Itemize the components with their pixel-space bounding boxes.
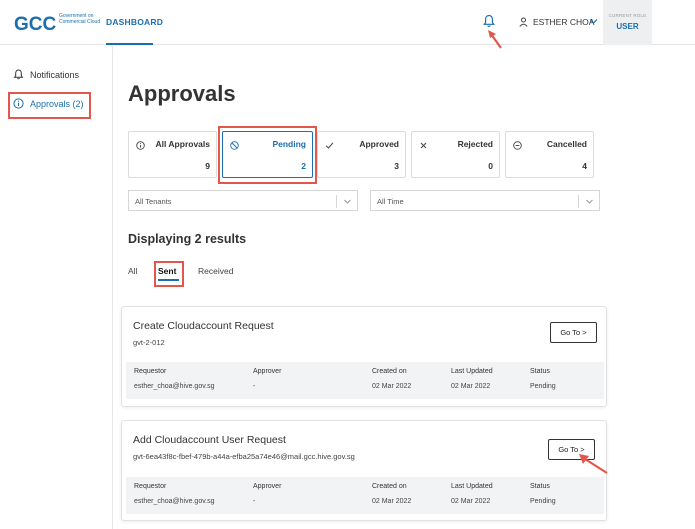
svg-text:GCC: GCC	[14, 14, 57, 34]
meta-header: Last Updated	[451, 483, 493, 490]
time-select[interactable]: All Time	[370, 190, 600, 211]
go-to-button[interactable]: Go To >	[550, 322, 597, 343]
stat-label: Cancelled	[546, 139, 587, 149]
meta-value: 02 Mar 2022	[451, 498, 491, 505]
tab-received[interactable]: Received	[198, 266, 233, 276]
meta-header: Status	[530, 483, 550, 490]
meta-value: -	[253, 498, 256, 505]
stat-count: 3	[394, 161, 399, 171]
stat-label: Approved	[359, 139, 399, 149]
minus-circle-icon	[513, 141, 522, 150]
card-subtitle: gvt-2-012	[133, 338, 165, 347]
meta-value: Pending	[530, 383, 556, 390]
highlight-sent-tab	[154, 261, 184, 287]
top-bar: GCC Government on Commercial Cloud DASHB…	[0, 0, 695, 45]
stat-all-approvals[interactable]: All Approvals 9	[128, 131, 217, 178]
tab-all[interactable]: All	[128, 266, 137, 276]
sidebar-item-notifications[interactable]: Notifications	[13, 69, 79, 80]
bell-icon[interactable]	[483, 14, 495, 28]
card-title: Create Cloudaccount Request	[133, 320, 274, 332]
time-select-value: All Time	[377, 197, 404, 206]
meta-header: Last Updated	[451, 368, 493, 375]
meta-header: Status	[530, 368, 550, 375]
chevron-down-icon[interactable]	[589, 18, 598, 25]
info-icon	[136, 141, 145, 150]
sidebar-item-label: Notifications	[30, 69, 80, 80]
stat-count: 0	[488, 161, 493, 171]
check-icon	[325, 142, 334, 149]
meta-header: Approver	[253, 368, 282, 375]
stat-count: 4	[582, 161, 587, 171]
annotation-arrow-bell	[488, 30, 502, 49]
card-subtitle: gvt-6ea43f8c-fbef-479b-a44a-efba25a74e46…	[133, 452, 355, 461]
meta-value: -	[253, 383, 256, 390]
chevron-down-icon	[344, 199, 351, 204]
user-name[interactable]: ESTHER CHOA	[533, 17, 594, 27]
page-title: Approvals	[128, 81, 236, 106]
meta-value: 02 Mar 2022	[372, 498, 412, 505]
stat-rejected[interactable]: Rejected 0	[411, 131, 500, 178]
meta-value: esther_choa@hive.gov.sg	[134, 498, 215, 505]
stat-label: All Approvals	[155, 139, 210, 149]
meta-value: Pending	[530, 498, 556, 505]
meta-header: Requestor	[134, 483, 167, 490]
meta-value: 02 Mar 2022	[451, 383, 491, 390]
meta-header: Created on	[372, 483, 407, 490]
select-divider	[336, 195, 337, 208]
highlight-pending	[218, 126, 317, 184]
role-label: CURRENT ROLE	[608, 13, 647, 18]
chevron-down-icon	[586, 199, 593, 204]
stat-cancelled[interactable]: Cancelled 4	[505, 131, 594, 178]
meta-value: esther_choa@hive.gov.sg	[134, 383, 215, 390]
tenant-select[interactable]: All Tenants	[128, 190, 358, 211]
card-meta: Requestor Approver Created on Last Updat…	[126, 477, 604, 514]
logo-text: Government on Commercial Cloud	[59, 13, 101, 25]
approval-card: Add Cloudaccount User Request gvt-6ea43f…	[121, 420, 607, 521]
card-title: Add Cloudaccount User Request	[133, 434, 286, 446]
user-icon	[519, 17, 528, 27]
bell-icon	[13, 69, 24, 80]
tenant-select-value: All Tenants	[135, 197, 172, 206]
nav-active-indicator	[106, 43, 153, 45]
stat-approved[interactable]: Approved 3	[317, 131, 406, 178]
meta-header: Approver	[253, 483, 282, 490]
meta-value: 02 Mar 2022	[372, 383, 412, 390]
meta-header: Requestor	[134, 368, 167, 375]
select-divider	[578, 195, 579, 208]
gcc-logo-mark: GCC	[14, 14, 57, 35]
highlight-approvals	[8, 92, 91, 119]
stat-count: 9	[205, 161, 210, 171]
approval-card: Create Cloudaccount Request gvt-2-012 Go…	[121, 306, 607, 407]
current-role-box: CURRENT ROLE USER	[603, 0, 652, 45]
results-count: Displaying 2 results	[128, 232, 247, 246]
x-icon	[420, 142, 427, 149]
role-value: USER	[616, 22, 639, 31]
gcc-logo[interactable]: GCC Government on Commercial Cloud	[14, 12, 100, 35]
stat-label: Rejected	[457, 139, 493, 149]
annotation-arrow-goto	[579, 454, 608, 474]
card-meta: Requestor Approver Created on Last Updat…	[126, 362, 604, 399]
nav-dashboard[interactable]: DASHBOARD	[106, 17, 163, 27]
meta-header: Created on	[372, 368, 407, 375]
